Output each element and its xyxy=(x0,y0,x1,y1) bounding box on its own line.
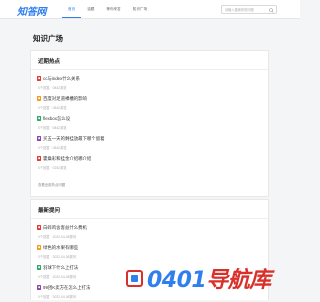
latest-questions-title: 最新提问 xyxy=(38,208,61,214)
top-header: 知答网 首页 话题 等你来答 知识广场 请输入搜索你的问题 xyxy=(0,0,300,19)
list-item[interactable]: 99团K卖方在怎么上打法 0个回答 · 2022-04-08提问 xyxy=(37,284,90,302)
question-meta: 0个回答 · 2022-04-08提问 xyxy=(38,235,77,239)
question-badge-icon xyxy=(37,96,41,101)
question-meta: 0个回答 · 2022-04-08提问 xyxy=(38,255,77,259)
nav-item-waiting-answers[interactable]: 等你来答 xyxy=(100,0,126,18)
list-item[interactable]: 百度对足道裸槽的影响 0个回答 · 0842浏览 xyxy=(37,95,87,113)
question-title[interactable]: 霍桑彩和挂金介绍哪介绍 xyxy=(43,156,91,162)
question-meta: 0个回答 · 2022-04-08提问 xyxy=(38,295,77,299)
question-badge-icon xyxy=(37,265,41,270)
site-logo[interactable]: 知答网 xyxy=(17,3,46,18)
nav-item-home[interactable]: 首页 xyxy=(62,0,82,18)
panel-header: 最新提问 xyxy=(31,200,268,219)
list-item[interactable]: flexbox怎么设 0个回答 · 0842浏览 xyxy=(37,115,70,133)
watermark-icon xyxy=(126,269,143,287)
question-title[interactable]: 百度对足道裸槽的影响 xyxy=(43,96,87,102)
search-button[interactable] xyxy=(267,6,276,14)
search-box[interactable]: 请输入搜索你的问题 xyxy=(221,5,277,14)
watermark-logo: 0401导航库 xyxy=(126,262,271,294)
question-meta: 0个回答 · 0842浏览 xyxy=(38,126,67,130)
question-badge-icon xyxy=(37,136,41,141)
question-meta: 0个回答 · 0842浏览 xyxy=(38,106,67,110)
question-title[interactable]: 白碎鸡舍客益什么费机 xyxy=(43,225,87,231)
question-meta: 0个回答 · 0842浏览 xyxy=(38,146,67,150)
question-meta: 0个回答 · 2022-04-08提问 xyxy=(38,275,77,279)
search-icon xyxy=(269,7,274,13)
list-item[interactable]: cc与index什么关系 0个回答 · 0842浏览 xyxy=(37,75,80,93)
question-badge-icon xyxy=(37,76,41,81)
page-title: 知识广场 xyxy=(33,34,63,43)
question-badge-icon xyxy=(37,225,41,230)
list-item[interactable]: 霍桑彩和挂金介绍哪介绍 0个回答 · 0252浏览 xyxy=(37,155,91,173)
question-badge-icon xyxy=(37,285,41,290)
watermark-text: 导航库 xyxy=(206,268,271,293)
question-title[interactable]: 99团K卖方在怎么上打法 xyxy=(43,285,90,291)
question-meta: 0个回答 · 0252浏览 xyxy=(38,166,67,170)
panel-header: 近期热点 xyxy=(31,51,268,70)
question-badge-icon xyxy=(37,245,41,250)
list-item[interactable]: 买五一天的剩挂放最下哪个留着 0个回答 · 0842浏览 xyxy=(37,135,104,153)
question-title[interactable]: 绿色的水果有哪些 xyxy=(43,245,78,251)
question-badge-icon xyxy=(37,156,41,161)
question-meta: 0个回答 · 0842浏览 xyxy=(38,86,67,90)
question-title[interactable]: 买五一天的剩挂放最下哪个留着 xyxy=(43,136,104,142)
hot-topics-panel: 近期热点 cc与index什么关系 0个回答 · 0842浏览 百度对足道裸槽的… xyxy=(30,50,269,197)
main-nav: 首页 话题 等你来答 知识广场 xyxy=(62,0,153,18)
nav-item-knowledge-square[interactable]: 知识广场 xyxy=(127,0,153,18)
question-title[interactable]: cc与index什么关系 xyxy=(43,76,80,82)
question-title[interactable]: flexbox怎么设 xyxy=(43,116,70,122)
question-badge-icon xyxy=(37,116,41,121)
list-item[interactable]: 羽球下什么上打法 0个回答 · 2022-04-08提问 xyxy=(37,264,78,282)
nav-item-topics[interactable]: 话题 xyxy=(81,0,100,18)
hot-topics-title: 近期热点 xyxy=(38,59,61,65)
list-item[interactable]: 白碎鸡舍客益什么费机 0个回答 · 2022-04-08提问 xyxy=(37,224,87,242)
view-all-hot-link[interactable]: 查看全部热点问题 xyxy=(38,182,65,187)
search-input[interactable]: 请输入搜索你的问题 xyxy=(225,6,254,14)
question-title[interactable]: 羽球下什么上打法 xyxy=(43,265,78,271)
list-item[interactable]: 绿色的水果有哪些 0个回答 · 2022-04-08提问 xyxy=(37,244,78,262)
watermark-number: 0401 xyxy=(147,268,207,293)
